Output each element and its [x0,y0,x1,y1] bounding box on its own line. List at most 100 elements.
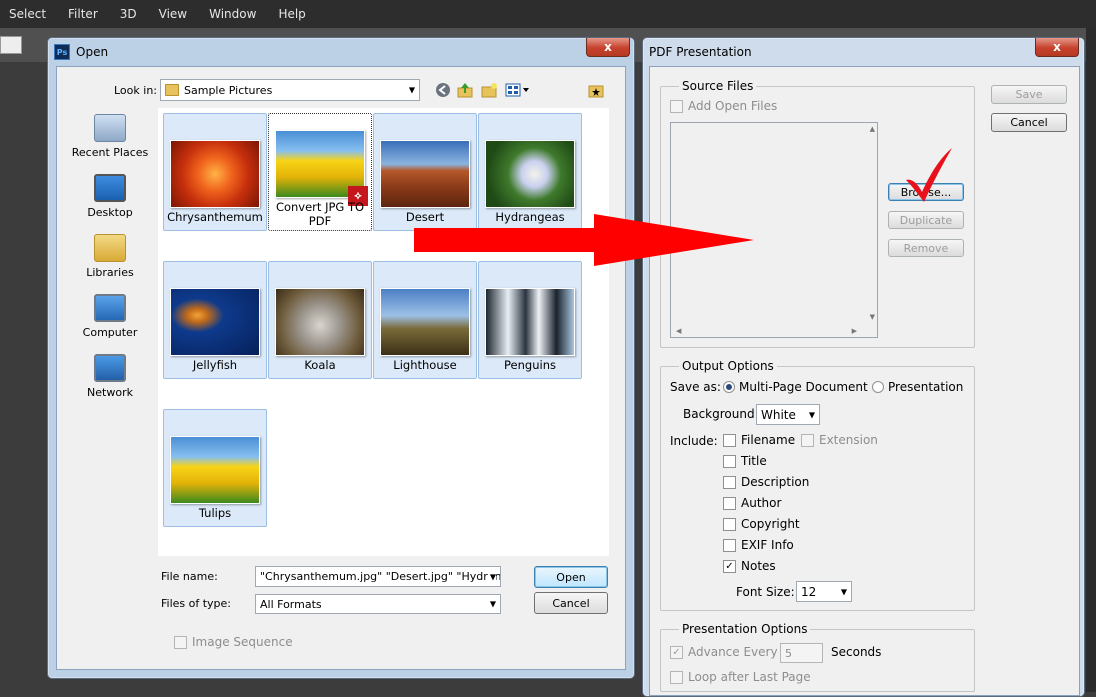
cancel-button[interactable]: Cancel [534,592,608,614]
checkmark-icon: ✓ [723,559,736,573]
include-notes-checkbox[interactable]: ✓ Notes [723,559,776,573]
look-in-value: Sample Pictures [184,83,273,97]
file-tile-jellyfish[interactable]: Jellyfish [163,261,267,379]
scroll-right-icon[interactable]: ▶ [852,327,857,335]
place-label: Desktop [87,206,133,219]
pdf-dialog-titlebar[interactable]: PDF Presentation [643,38,1084,66]
place-network[interactable]: Network [66,354,154,399]
radio-button [872,381,884,393]
file-tile-chrysanthemum[interactable]: Chrysanthemum [163,113,267,231]
include-label-text: Author [741,496,782,510]
close-icon[interactable]: x [586,38,630,57]
tool-preset-icon[interactable] [0,36,22,54]
file-name-input[interactable]: "Chrysanthemum.jpg" "Desert.jpg" "Hydran… [255,566,501,587]
file-tile-penguins[interactable]: Penguins [478,261,582,379]
presentation-options-title: Presentation Options [679,622,811,636]
save-button[interactable]: Save [991,85,1067,104]
back-icon[interactable] [434,81,452,99]
hydrangeas-thumbnail [485,140,575,208]
file-tile-koala[interactable]: Koala [268,261,372,379]
folder-icon [165,84,179,96]
scroll-up-icon[interactable]: ▲ [870,125,875,133]
include-exif-checkbox[interactable]: EXIF Info [723,538,794,552]
chevron-down-icon: ▼ [808,410,815,419]
advance-every-checkbox[interactable]: ✓ Advance Every [670,645,778,659]
include-label-text: Title [741,454,767,468]
new-folder-icon[interactable] [480,81,498,99]
file-name: Koala [304,358,336,372]
koala-thumbnail [275,288,365,356]
include-label-text: Copyright [741,517,800,531]
favorites-folder-icon[interactable] [587,81,605,99]
desktop-icon [94,174,126,202]
presentation-radio[interactable]: Presentation [872,380,963,394]
font-size-value: 12 [801,584,817,599]
checkbox-box [723,454,736,468]
file-list[interactable]: Chrysanthemum ⟡ Convert JPG TO PDF Deser… [158,108,609,556]
output-options-title: Output Options [679,359,777,373]
menu-help[interactable]: Help [278,7,305,21]
menu-filter[interactable]: Filter [68,7,98,21]
photoshop-icon: Ps [54,44,70,60]
place-desktop[interactable]: Desktop [66,174,154,219]
chrysanthemum-thumbnail [170,140,260,208]
up-folder-icon[interactable] [456,81,474,99]
multi-page-radio[interactable]: Multi-Page Document [723,380,868,394]
cancel-button[interactable]: Cancel [991,113,1067,132]
remove-button[interactable]: Remove [888,239,964,257]
include-filename-checkbox[interactable]: Filename [723,433,795,447]
open-button[interactable]: Open [534,566,608,588]
include-author-checkbox[interactable]: Author [723,496,781,510]
include-copyright-checkbox[interactable]: Copyright [723,517,800,531]
background-select[interactable]: White ▼ [756,404,820,425]
checkbox-box [670,99,683,113]
look-in-select[interactable]: Sample Pictures ▼ [160,79,420,101]
file-type-select[interactable]: All Formats ▼ [255,594,501,614]
place-computer[interactable]: Computer [66,294,154,339]
font-size-label: Font Size: [736,585,795,599]
checkbox-box [723,517,736,531]
scroll-down-icon[interactable]: ▼ [870,313,875,321]
duplicate-button[interactable]: Duplicate [888,211,964,229]
close-icon[interactable]: x [1035,38,1079,57]
file-tile-convert-jpg-to-pdf[interactable]: ⟡ Convert JPG TO PDF [268,113,372,231]
include-extension-checkbox[interactable]: Extension [801,433,878,447]
desert-thumbnail [380,140,470,208]
place-label: Recent Places [71,146,149,159]
file-name: Penguins [504,358,556,372]
open-dialog-titlebar[interactable]: Ps Open [48,38,634,66]
place-libraries[interactable]: Libraries [66,234,154,279]
checkbox-box [723,538,736,552]
menu-3d[interactable]: 3D [120,7,137,21]
add-open-files-checkbox[interactable]: Add Open Files [670,99,777,113]
checkbox-box [670,670,683,684]
image-sequence-label: Image Sequence [192,635,293,649]
checkbox-box [723,433,736,447]
include-description-checkbox[interactable]: Description [723,475,809,489]
file-name: Lighthouse [393,358,457,372]
menu-select[interactable]: Select [9,7,46,21]
checkbox-box [723,475,736,489]
file-type-label: Files of type: [161,597,232,610]
chevron-down-icon: ▼ [489,599,496,609]
font-size-select[interactable]: 12 ▼ [796,581,852,602]
multi-page-label: Multi-Page Document [739,380,868,394]
image-sequence-checkbox[interactable]: Image Sequence [174,635,293,649]
scroll-left-icon[interactable]: ◀ [676,327,681,335]
output-options-group: Output Options [660,359,975,611]
checkmark-annotation [906,148,952,202]
open-dialog-title: Open [76,45,109,59]
advance-every-label: Advance Every [688,645,778,659]
file-tile-tulips[interactable]: Tulips [163,409,267,527]
tulips-thumbnail [170,436,260,504]
file-tile-lighthouse[interactable]: Lighthouse [373,261,477,379]
source-files-title: Source Files [679,79,757,93]
menu-window[interactable]: Window [209,7,256,21]
background-value: White [761,407,796,422]
loop-checkbox[interactable]: Loop after Last Page [670,670,811,684]
include-title-checkbox[interactable]: Title [723,454,767,468]
advance-seconds-input[interactable]: 5 [780,643,823,663]
view-menu-icon[interactable] [504,81,532,99]
place-recent-places[interactable]: Recent Places [66,114,154,159]
menu-view[interactable]: View [159,7,187,21]
